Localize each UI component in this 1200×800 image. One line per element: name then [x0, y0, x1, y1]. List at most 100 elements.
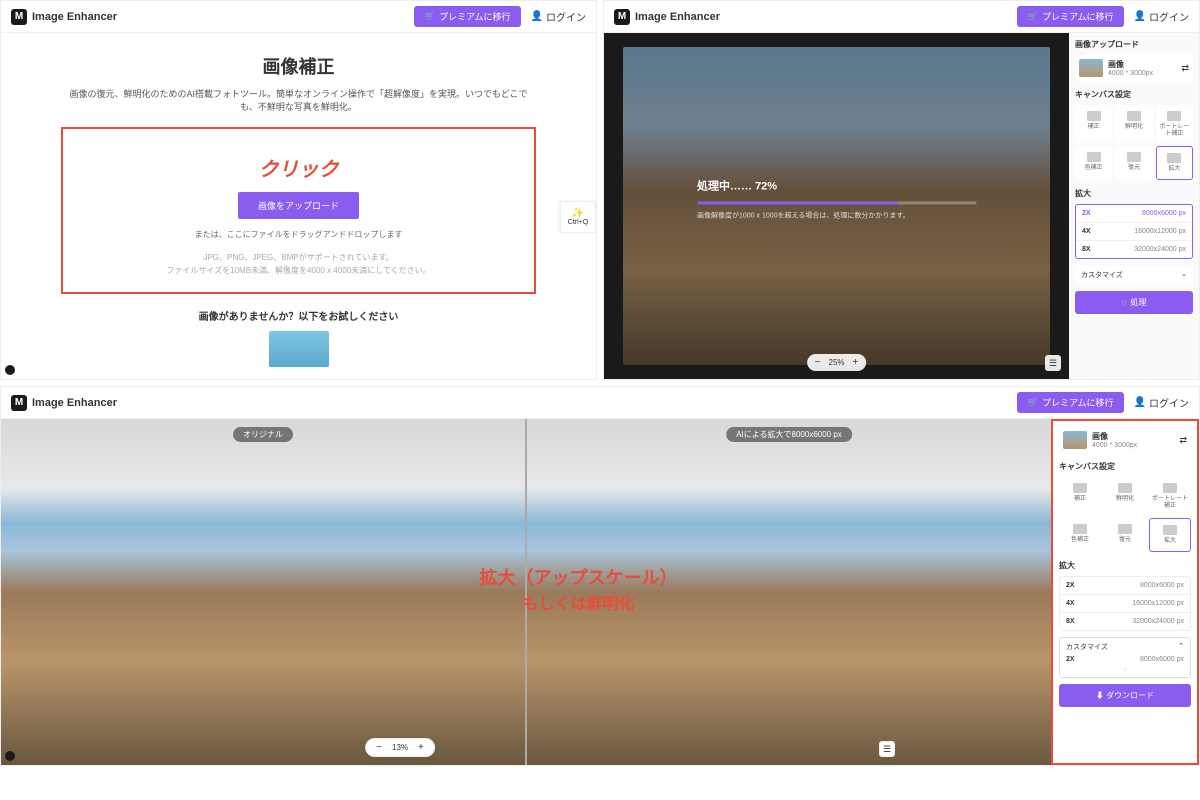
corner-badge: [5, 751, 15, 761]
drag-hint: または、ここにファイルをドラッグアンドドロップします: [73, 229, 524, 240]
enhanced-tag: AIによる拡大で8000x6000 px: [726, 427, 852, 442]
premium-button[interactable]: プレミアムに移行: [1017, 392, 1124, 413]
scale-option-4X[interactable]: 4X16000x12000 px: [1076, 223, 1192, 241]
scale-option-8X[interactable]: 8X32000x24000 px: [1060, 613, 1190, 630]
process-button[interactable]: 処理: [1075, 291, 1193, 314]
canvas-settings-heading: キャンバス設定: [1059, 461, 1191, 472]
try-samples-label: 画像がありませんか？以下をお試しください: [61, 308, 536, 323]
scale-option-4X[interactable]: 4X16000x12000 px: [1060, 595, 1190, 613]
scale-option-2X[interactable]: 2X8000x6000 px: [1076, 205, 1192, 223]
login-button[interactable]: ログイン: [1134, 395, 1189, 410]
tool-色補正[interactable]: 色補正: [1059, 518, 1101, 552]
swap-icon[interactable]: [1179, 435, 1187, 446]
tool-復元[interactable]: 復元: [1104, 518, 1146, 552]
notes-button[interactable]: ☰: [879, 741, 895, 757]
tool-ポートレート補正[interactable]: ポートレート補正: [1149, 477, 1191, 515]
chevron-up-icon: ⌃: [1178, 642, 1184, 652]
app-logo[interactable]: M Image Enhancer: [11, 9, 117, 25]
image-thumbnail: [1079, 59, 1103, 77]
tool-鮮明化[interactable]: 鮮明化: [1104, 477, 1146, 515]
user-icon: [1134, 11, 1146, 22]
download-button[interactable]: ダウンロード: [1059, 684, 1191, 707]
cart-icon: [424, 11, 435, 22]
sidebar: 画像 4000 * 3000px キャンバス設定 補正鮮明化ポートレート補正色補…: [1051, 419, 1199, 765]
notes-button[interactable]: ☰: [1045, 355, 1061, 371]
premium-button[interactable]: プレミアムに移行: [1017, 6, 1124, 27]
format-info: JPG、PNG、JPEG、BMPがサポートされています。 ファイルサイズを10M…: [73, 252, 524, 278]
tool-icon: [1163, 483, 1177, 493]
tool-icon: [1073, 524, 1087, 534]
tool-ポートレート補正[interactable]: ポートレート補正: [1156, 105, 1193, 143]
sparkle-icon: [572, 208, 584, 219]
tool-icon: [1073, 483, 1087, 493]
page-subtitle: 画像の復元、鮮明化のためのAI搭載フォトツール。簡単なオンライン操作で「超解像度…: [61, 87, 536, 113]
app-header: M Image Enhancer プレミアムに移行 ログイン: [604, 1, 1199, 33]
tool-icon: [1167, 153, 1181, 163]
uploaded-image-row: 画像 4000 * 3000px: [1059, 427, 1191, 453]
sidebar: 画像アップロード 画像 4000 * 3000px キャンバス設定 補正鮮明化ポ…: [1069, 33, 1199, 379]
click-annotation: クリック: [73, 153, 524, 182]
page-title: 画像補正: [61, 53, 536, 79]
canvas-settings-heading: キャンバス設定: [1075, 89, 1193, 100]
corner-badge: [608, 365, 618, 375]
zoom-out-button[interactable]: −: [815, 357, 821, 368]
panel-upload-landing: M Image Enhancer プレミアムに移行 ログイン 画像補正 画像の復…: [0, 0, 597, 380]
zoom-control: − 13% +: [365, 738, 435, 757]
tool-icon: [1167, 111, 1181, 121]
scale-option-2X[interactable]: 2X8000x6000 px: [1060, 577, 1190, 595]
tool-補正[interactable]: 補正: [1075, 105, 1112, 143]
tool-icon: [1118, 483, 1132, 493]
premium-button[interactable]: プレミアムに移行: [414, 6, 521, 27]
app-logo[interactable]: M Image Enhancer: [614, 9, 720, 25]
zoom-control: − 25% +: [807, 354, 867, 371]
tool-色補正[interactable]: 色補正: [1075, 146, 1112, 180]
tool-icon: [1087, 111, 1101, 121]
upload-button[interactable]: 画像をアップロード: [238, 192, 359, 219]
scale-heading: 拡大: [1059, 560, 1191, 571]
original-tag: オリジナル: [233, 427, 293, 442]
app-header: M Image Enhancer プレミアムに移行 ログイン: [1, 387, 1199, 419]
cart-icon: [1027, 11, 1038, 22]
tool-icon: [1127, 111, 1141, 121]
login-button[interactable]: ログイン: [531, 9, 586, 24]
customize-box[interactable]: カスタマイズ⌃ 2X8000x6000 px: [1059, 637, 1191, 678]
app-logo[interactable]: M Image Enhancer: [11, 395, 117, 411]
image-thumbnail: [1063, 431, 1087, 449]
zoom-in-button[interactable]: +: [418, 742, 424, 753]
progress-fill: [697, 202, 898, 205]
logo-text: Image Enhancer: [32, 11, 117, 23]
zoom-out-button[interactable]: −: [376, 742, 382, 753]
logo-mark: M: [11, 9, 27, 25]
side-shortcut-tab[interactable]: Ctrl+Q: [560, 201, 596, 233]
panel-compare: M Image Enhancer プレミアムに移行 ログイン オリジナル AIに…: [0, 386, 1200, 766]
drop-zone[interactable]: クリック 画像をアップロード または、ここにファイルをドラッグアンドドロップしま…: [61, 127, 536, 294]
progress-overlay: 処理中…… 72% 画像解像度が1000 x 1000を超える場合は、処理に数分…: [697, 178, 976, 221]
corner-badge: [5, 365, 15, 375]
tool-icon: [1163, 525, 1177, 535]
canvas-area: 処理中…… 72% 画像解像度が1000 x 1000を超える場合は、処理に数分…: [604, 33, 1069, 379]
zoom-level: 25%: [828, 358, 844, 367]
scale-heading: 拡大: [1075, 188, 1193, 199]
customize-row[interactable]: カスタマイズ⌄: [1075, 265, 1193, 285]
upload-heading: 画像アップロード: [1075, 39, 1193, 50]
uploaded-image-row: 画像 4000 * 3000px: [1075, 55, 1193, 81]
panel-processing: M Image Enhancer プレミアムに移行 ログイン 処理中…… 72%…: [603, 0, 1200, 380]
tool-鮮明化[interactable]: 鮮明化: [1115, 105, 1152, 143]
tool-拡大[interactable]: 拡大: [1156, 146, 1193, 180]
spinner-icon: [1122, 298, 1127, 307]
zoom-level: 13%: [392, 743, 408, 752]
tool-補正[interactable]: 補正: [1059, 477, 1101, 515]
compare-original: オリジナル: [1, 419, 525, 765]
tool-icon: [1118, 524, 1132, 534]
zoom-in-button[interactable]: +: [853, 357, 859, 368]
tool-拡大[interactable]: 拡大: [1149, 518, 1191, 552]
compare-view[interactable]: オリジナル AIによる拡大で8000x6000 px 拡大（アップスケール） も…: [1, 419, 1051, 765]
tool-復元[interactable]: 復元: [1115, 146, 1152, 180]
tool-icon: [1087, 152, 1101, 162]
login-button[interactable]: ログイン: [1134, 9, 1189, 24]
swap-icon[interactable]: [1181, 63, 1189, 74]
compare-annotation: 拡大（アップスケール） もしくは鮮明化: [480, 564, 678, 614]
scale-option-8X[interactable]: 8X32000x24000 px: [1076, 241, 1192, 258]
sample-image[interactable]: [269, 331, 329, 367]
chevron-down-icon: ⌄: [1181, 270, 1187, 280]
